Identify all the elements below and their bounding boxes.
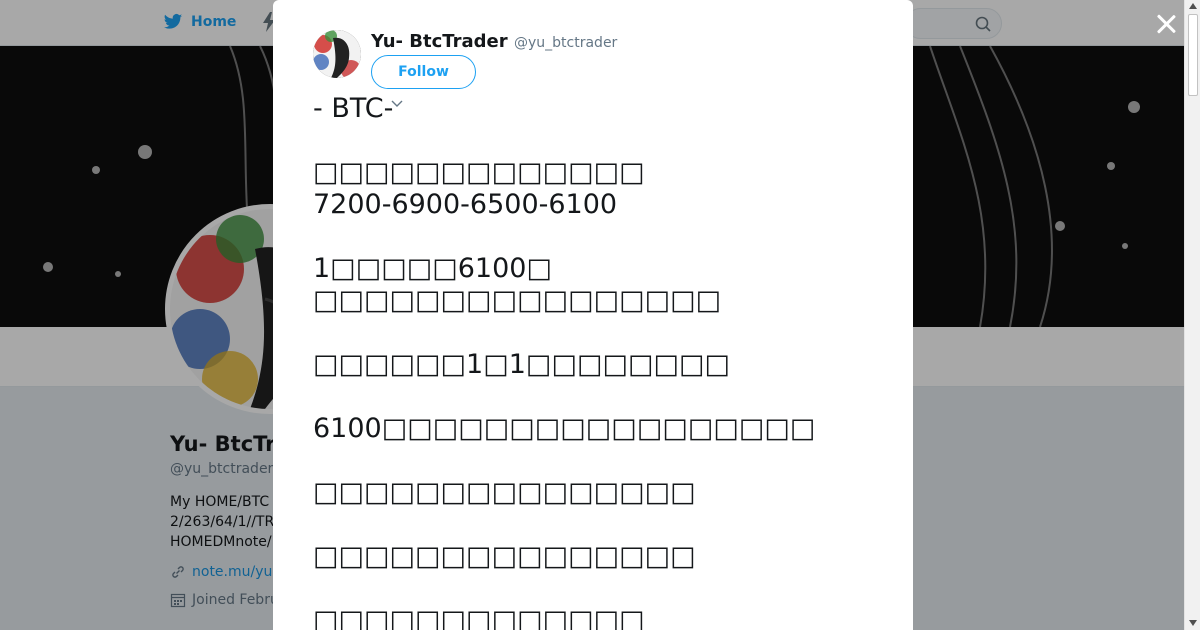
tweet-text-line: □□□□□□1□1□□□□□□□□ bbox=[313, 349, 731, 380]
tweet-text: - BTC- □□□□□□□□□□□□□ 7200-6900-6500-6100 1□… bbox=[313, 93, 893, 630]
scroll-up-arrow-icon[interactable] bbox=[1189, 3, 1197, 9]
scrollbar-thumb[interactable] bbox=[1188, 14, 1198, 96]
tweet-text-line: □□□□□□□□□□□□□□□ bbox=[313, 477, 696, 508]
tweet-author-name[interactable]: Yu- BtcTrader bbox=[371, 31, 508, 52]
close-icon[interactable] bbox=[1153, 11, 1179, 37]
scroll-down-arrow-icon[interactable] bbox=[1189, 620, 1197, 626]
tweet-text-line: 6100□□□□□□□□□□□□□□□□□ bbox=[313, 413, 816, 444]
avatar-artwork bbox=[313, 30, 361, 78]
tweet-author-handle[interactable]: @yu_btctrader bbox=[514, 35, 617, 51]
tweet-text-line: □□□□□□□□□□□□□□□□ bbox=[313, 285, 722, 316]
tweet-text-line: - BTC- bbox=[313, 93, 394, 124]
tweet-text-line: 7200-6900-6500-6100 bbox=[313, 189, 618, 220]
tweet-text-line: 1□□□□□6100□ bbox=[313, 253, 552, 284]
tweet-modal: Yu- BtcTrader @yu_btctrader Follow - BTC… bbox=[273, 0, 913, 630]
follow-button[interactable]: Follow bbox=[371, 55, 476, 89]
page-scrollbar[interactable] bbox=[1184, 0, 1200, 630]
tweet-text-line: □□□□□□□□□□□□□ bbox=[313, 605, 645, 630]
tweet-text-line: □□□□□□□□□□□□□□□ bbox=[313, 541, 696, 572]
tweet-text-line: □□□□□□□□□□□□□ bbox=[313, 157, 645, 188]
tweet-author-avatar[interactable] bbox=[313, 30, 361, 78]
